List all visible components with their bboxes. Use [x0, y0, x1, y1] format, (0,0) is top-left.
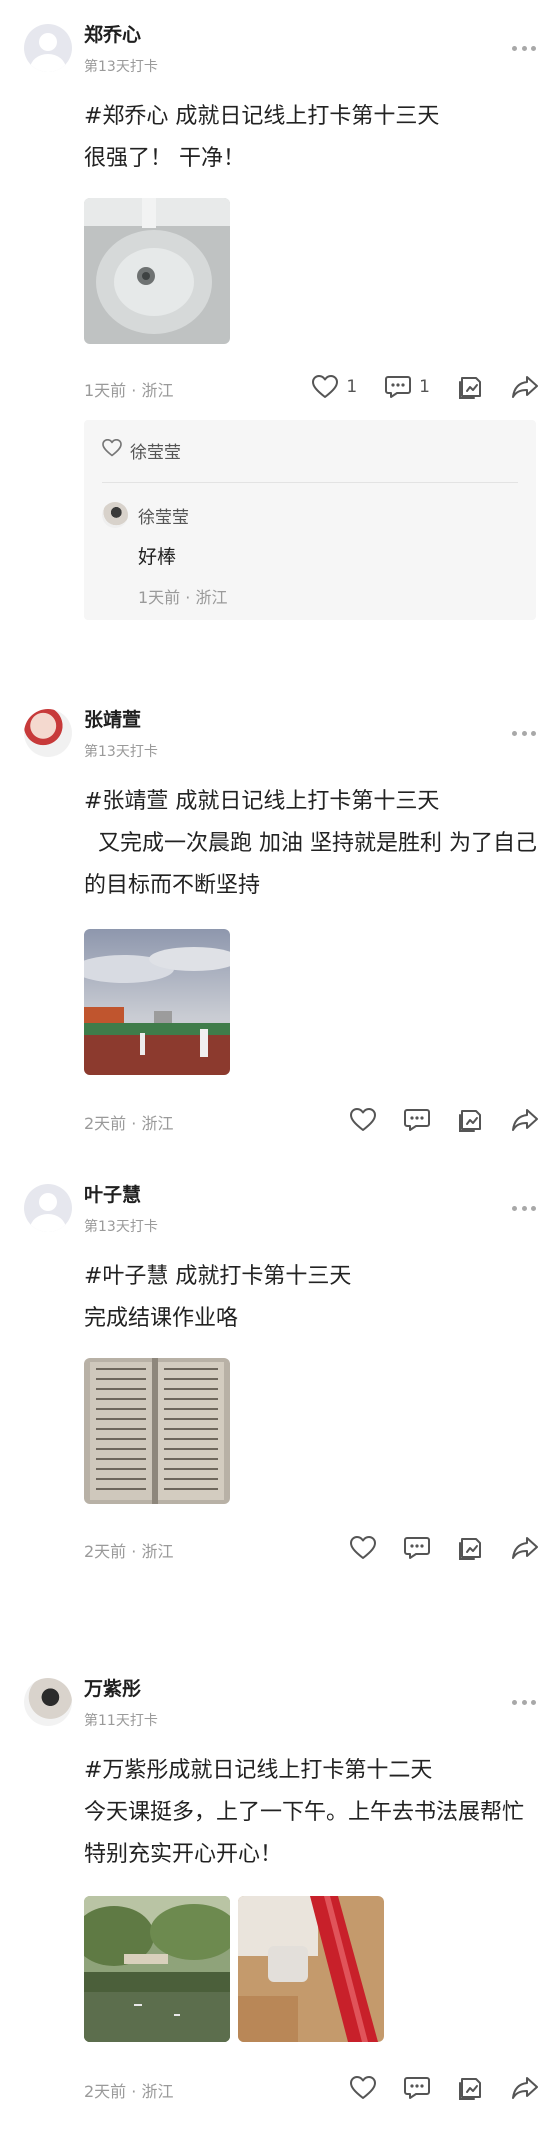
- comment-button[interactable]: [404, 2076, 430, 2100]
- collect-icon: [458, 374, 484, 400]
- post-text: #叶子慧 成就打卡第十三天 完成结课作业咯: [84, 1264, 352, 1331]
- post-card: 张靖萱 第13天打卡 #张靖萱 成就日记线上打卡第十三天 又完成一次晨跑 加油 …: [0, 685, 560, 1165]
- comment-time-location: 1天前 · 浙江: [138, 588, 228, 607]
- comment-icon: [404, 2076, 430, 2100]
- avatar[interactable]: [24, 1678, 72, 1726]
- like-button[interactable]: [350, 2076, 376, 2100]
- like-button[interactable]: [350, 1536, 376, 1560]
- post-card: 郑乔心 第13天打卡 #郑乔心 成就日记线上打卡第十三天 很强了！ 干净！ 1天…: [0, 0, 560, 650]
- share-button[interactable]: [512, 375, 538, 399]
- checkin-day: 第11天打卡: [84, 1713, 158, 1729]
- heart-icon: [312, 375, 339, 399]
- avatar[interactable]: [102, 502, 128, 528]
- comment-text: 好棒: [138, 546, 177, 568]
- share-icon: [512, 2076, 538, 2100]
- checkin-day: 第13天打卡: [84, 1219, 158, 1235]
- heart-icon: [350, 1108, 376, 1132]
- comment-icon: [404, 1536, 430, 1560]
- post-card: 万紫彤 第11天打卡 #万紫彤成就日记线上打卡第十二天 今天课挺多，上了一下午。…: [0, 1654, 560, 2133]
- author-name[interactable]: 张靖萱: [84, 705, 141, 732]
- collect-button[interactable]: [458, 1535, 484, 1561]
- heart-icon: [350, 1536, 376, 1560]
- post-text: #万紫彤成就日记线上打卡第十二天 今天课挺多，上了一下午。上午去书法展帮忙特别充…: [84, 1758, 525, 1867]
- heart-icon: [102, 438, 130, 462]
- like-count: 1: [346, 377, 358, 397]
- avatar[interactable]: [24, 24, 72, 72]
- comment-icon: [404, 1108, 430, 1132]
- comment-button[interactable]: [404, 1536, 430, 1560]
- collect-icon: [458, 1107, 484, 1133]
- avatar[interactable]: [24, 1184, 72, 1232]
- avatar[interactable]: [24, 709, 72, 757]
- checkin-day: 第13天打卡: [84, 744, 158, 760]
- author-name[interactable]: 叶子慧: [84, 1180, 141, 1207]
- share-icon: [512, 375, 538, 399]
- like-button[interactable]: [350, 1108, 376, 1132]
- post-image[interactable]: [84, 929, 230, 1075]
- like-button[interactable]: 1: [312, 375, 357, 399]
- post-image[interactable]: [84, 198, 230, 344]
- time-location: 2天前 · 浙江: [84, 1542, 174, 1561]
- share-button[interactable]: [512, 2076, 538, 2100]
- more-dots-icon[interactable]: [512, 730, 536, 736]
- more-dots-icon[interactable]: [512, 1699, 536, 1705]
- time-location: 2天前 · 浙江: [84, 2082, 174, 2101]
- post-image[interactable]: [238, 1896, 384, 2042]
- comment-author[interactable]: 徐莹莹: [138, 503, 189, 528]
- divider: [102, 482, 518, 483]
- author-name[interactable]: 万紫彤: [84, 1674, 141, 1701]
- comment-button[interactable]: 1: [385, 375, 430, 399]
- post-actions: [322, 1107, 538, 1133]
- comment-count: 1: [419, 377, 430, 397]
- likers-row: 徐莹莹: [102, 438, 181, 463]
- post-actions: [322, 1535, 538, 1561]
- more-dots-icon[interactable]: [512, 1205, 536, 1211]
- time-location: 1天前 · 浙江: [84, 381, 174, 400]
- post-actions: [322, 2075, 538, 2101]
- post-image[interactable]: [84, 1896, 230, 2042]
- post-text: #郑乔心 成就日记线上打卡第十三天 很强了！ 干净！: [84, 104, 440, 171]
- post-actions: 1 1: [284, 374, 538, 400]
- author-name[interactable]: 郑乔心: [84, 20, 141, 47]
- share-icon: [512, 1536, 538, 1560]
- post-text: #张靖萱 成就日记线上打卡第十三天 又完成一次晨跑 加油 坚持就是胜利 为了自己…: [84, 789, 537, 898]
- share-button[interactable]: [512, 1536, 538, 1560]
- share-icon: [512, 1108, 538, 1132]
- comment-icon: [385, 375, 412, 399]
- share-button[interactable]: [512, 1108, 538, 1132]
- interaction-box: 徐莹莹 徐莹莹 好棒 1天前 · 浙江: [84, 420, 536, 620]
- collect-button[interactable]: [458, 2075, 484, 2101]
- more-dots-icon[interactable]: [512, 45, 536, 51]
- heart-icon: [350, 2076, 376, 2100]
- collect-button[interactable]: [458, 1107, 484, 1133]
- comment-button[interactable]: [404, 1108, 430, 1132]
- time-location: 2天前 · 浙江: [84, 1114, 174, 1133]
- collect-button[interactable]: [458, 374, 484, 400]
- collect-icon: [458, 2075, 484, 2101]
- collect-icon: [458, 1535, 484, 1561]
- post-card: 叶子慧 第13天打卡 #叶子慧 成就打卡第十三天 完成结课作业咯 2天前 · 浙…: [0, 1160, 560, 1600]
- post-image[interactable]: [84, 1358, 230, 1504]
- checkin-day: 第13天打卡: [84, 59, 158, 75]
- liker-name[interactable]: 徐莹莹: [130, 438, 181, 463]
